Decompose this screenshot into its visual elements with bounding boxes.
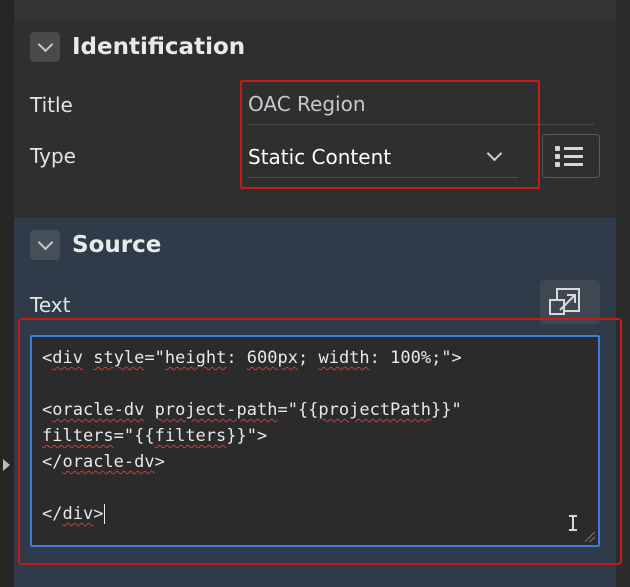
source-header: Source [30, 229, 161, 261]
identification-collapse-button[interactable] [30, 32, 60, 62]
type-label: Type [30, 144, 76, 168]
source-title: Source [72, 232, 162, 258]
title-label: Title [30, 93, 73, 117]
left-gutter [0, 0, 14, 587]
type-list-button[interactable] [542, 134, 600, 178]
expand-arrow-icon[interactable] [3, 459, 10, 471]
chevron-down-icon [37, 234, 53, 251]
identification-header: Identification [30, 31, 245, 63]
text-label: Text [30, 293, 71, 317]
highlight-box-identification [240, 80, 540, 189]
identification-title: Identification [72, 34, 246, 60]
top-strip [14, 0, 616, 20]
chevron-down-icon [37, 36, 53, 53]
highlight-box-source [18, 318, 622, 565]
source-collapse-button[interactable] [30, 230, 60, 260]
